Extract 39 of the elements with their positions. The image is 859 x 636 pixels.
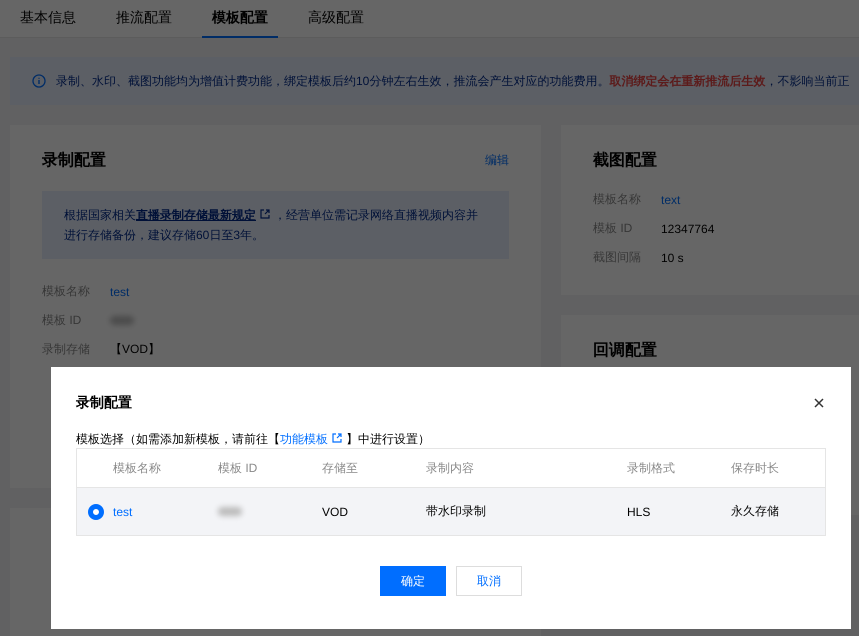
cancel-button[interactable]: 取消 [456, 566, 522, 596]
close-button[interactable] [812, 396, 826, 410]
table-cell-text: VOD [322, 504, 350, 518]
card-title: 回调配置 [593, 340, 657, 360]
table-cell-text: 永久存储 [731, 503, 780, 520]
table-row[interactable]: test VOD 带水印录制 HLS 永久存储 [77, 487, 825, 535]
column-header: 存储至 [322, 460, 359, 476]
field-value: 【VOD】 [110, 341, 160, 358]
blurred-value [218, 507, 242, 516]
column-header: 录制格式 [627, 460, 676, 476]
external-link-icon [260, 209, 270, 219]
table-cell-text: HLS [627, 504, 652, 518]
tab[interactable]: 模板配置 [202, 0, 278, 38]
info-icon [32, 74, 46, 88]
tab[interactable]: 推流配置 [106, 0, 182, 38]
dialog-title: 录制配置 [76, 394, 132, 412]
field-value: 10 s [661, 250, 684, 264]
regulation-link[interactable]: 直播录制存储最新规定 [136, 208, 256, 222]
info-text: 根据国家相关直播录制存储最新规定 ，经营单位需记录网络直播视频内容并进行存储备份，建议存储60日至3年。 [64, 207, 479, 244]
confirm-button[interactable]: 确定 [380, 566, 446, 596]
notice-text: 录制、水印、截图功能均为增值计费功能，绑定模板后约10分钟左右生效，推流会产生对应的功能费用。取消绑定会在重新推流后生效，不影响当前正 [56, 72, 850, 90]
hint-text: 模板选择（如需添加新模板，请前往【功能模板 】中进行设置） [76, 431, 431, 448]
radio-button[interactable] [88, 504, 104, 520]
field-value: text [661, 192, 680, 206]
column-header: 保存时长 [731, 460, 780, 476]
card-title: 录制配置 [42, 150, 106, 170]
column-header: 模板名称 [113, 460, 162, 476]
tab[interactable]: 高级配置 [298, 0, 374, 38]
column-header: 模板 ID [218, 460, 258, 476]
edit-link[interactable]: 编辑 [485, 152, 509, 168]
column-header: 录制内容 [426, 460, 475, 476]
external-link-icon [332, 433, 342, 443]
table-cell-text: 带水印录制 [426, 503, 487, 520]
field-value: test [110, 284, 130, 298]
table-cell-text: test [113, 504, 134, 518]
field-value: 12347764 [661, 222, 714, 236]
template-link[interactable]: 功能模板 [280, 432, 328, 446]
card-title: 截图配置 [593, 150, 657, 170]
tab[interactable]: 基本信息 [10, 0, 86, 38]
